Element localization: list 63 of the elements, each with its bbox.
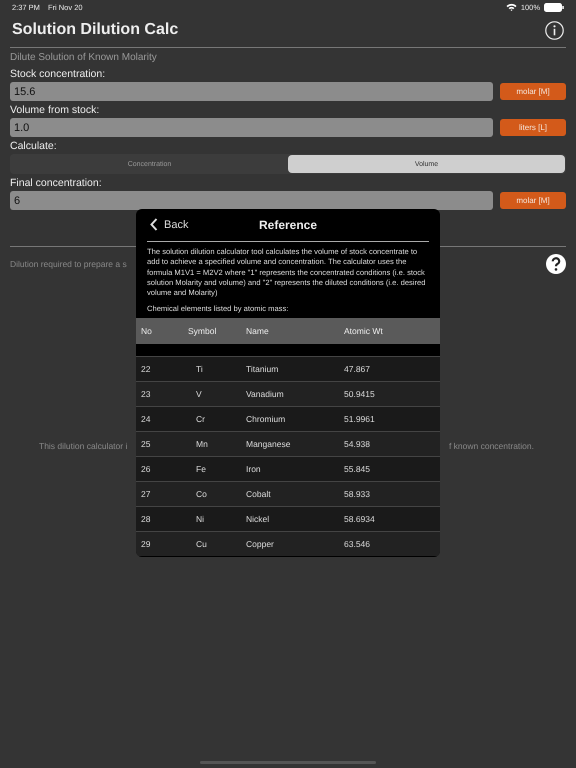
table-cell-text: Manganese <box>246 439 292 450</box>
table-row[interactable]: 27 Co Cobalt 58.933 <box>136 481 440 506</box>
dialog-title: Reference <box>258 218 318 232</box>
table-cell-text: Vanadium <box>246 389 285 400</box>
table-cell-text: 29 <box>140 539 152 550</box>
back-button[interactable]: Back <box>150 218 188 231</box>
table-cell: 63.546 <box>344 539 370 550</box>
table-cell-text: 24 <box>140 414 152 424</box>
field-label: Final concentration: <box>10 176 103 191</box>
table-cell-text: 25 <box>140 439 152 450</box>
table-cell-text: Mn <box>195 439 209 450</box>
table-cell: 58.6934 <box>344 514 375 524</box>
field-label: Volume from stock: <box>10 103 100 118</box>
table-cell-text: Cu <box>195 539 208 550</box>
table-cell: 55.845 <box>344 464 370 474</box>
column-header: Name <box>246 326 270 336</box>
result-text: Dilution required to prepare a s <box>10 259 127 269</box>
table-cell: 47.867 <box>344 364 370 374</box>
table-row[interactable]: 25 Mn Manganese 54.938 <box>136 431 440 456</box>
column-header: Symbol <box>188 326 218 336</box>
table-cell: 58.933 <box>344 489 370 500</box>
table-row[interactable]: 24 Cr Chromium 51.9961 <box>136 406 440 432</box>
input-field[interactable]: 15.6 <box>10 82 493 101</box>
table-cell-text: V <box>195 389 203 400</box>
table-cell-text: Titanium <box>246 364 280 374</box>
info-icon[interactable] <box>545 20 564 40</box>
table-cell-text: Nickel <box>246 514 270 524</box>
table-cell-text: Ti <box>195 364 204 374</box>
table-cell-text: 26 <box>140 464 152 474</box>
info-text: This dilution calculator i <box>39 441 128 451</box>
info-text: f known concentration. <box>448 441 534 451</box>
table-cell: 54.938 <box>344 439 370 450</box>
table-row[interactable]: 28 Ni Nickel 58.6934 <box>136 506 440 532</box>
table-cell-text: Iron <box>246 464 262 474</box>
table-cell-text: 23 <box>140 389 152 400</box>
table-cell: 51.9961 <box>344 414 375 424</box>
table-cell-text: Chromium <box>246 414 286 424</box>
table-row[interactable]: 26 Fe Iron 55.845 <box>136 456 440 482</box>
table-row[interactable]: 22 Ti Titanium 47.867 <box>136 356 440 382</box>
table-cell-text: Fe <box>195 464 207 474</box>
field-label: Calculate: <box>10 139 58 154</box>
battery-icon <box>544 2 564 12</box>
help-icon[interactable] <box>546 254 566 274</box>
table-cell-text: Copper <box>246 539 275 550</box>
chevron-left-icon <box>150 218 158 231</box>
table-cell-text: 22 <box>140 364 152 374</box>
table-cell-text: Co <box>195 489 208 500</box>
column-header: No <box>140 326 153 336</box>
wifi-icon <box>506 3 517 11</box>
table-cell-text: Cr <box>195 414 206 424</box>
table-row[interactable]: 29 Cu Copper 63.546 <box>136 531 440 556</box>
field-label: Stock concentration: <box>10 67 106 82</box>
table-cell: 50.9415 <box>344 389 375 400</box>
table-row[interactable]: 23 V Vanadium 50.9415 <box>136 381 440 406</box>
input-field[interactable]: 6 <box>10 191 493 210</box>
column-header: Atomic Wt <box>344 326 383 336</box>
table-cell-text: Cobalt <box>246 489 272 500</box>
app-title: Solution Dilution Calc <box>12 21 178 39</box>
table-cell-text: 28 <box>140 514 152 524</box>
table-cell-text: Ni <box>195 514 206 524</box>
section-subtitle: Dilute Solution of Known Molarity <box>10 51 158 65</box>
input-field[interactable]: 1.0 <box>10 118 493 137</box>
table-cell-text: 27 <box>140 489 152 500</box>
